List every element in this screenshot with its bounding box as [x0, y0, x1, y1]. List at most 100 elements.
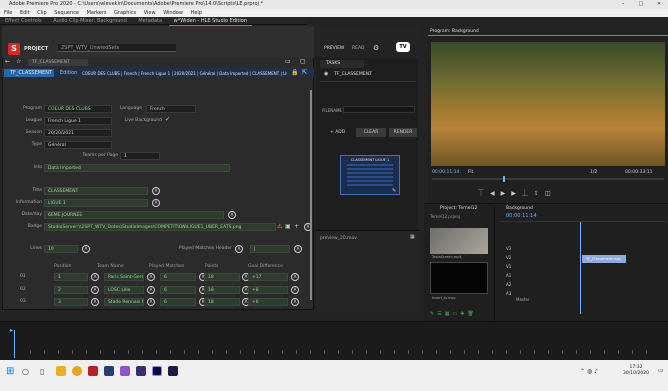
- project-thumb2[interactable]: [430, 262, 488, 294]
- row-team-field[interactable]: Paris Saint-Germain: [104, 273, 144, 281]
- folder-icon[interactable]: ▭: [452, 311, 460, 317]
- program-select[interactable]: COEUR DES CLUBS: [44, 105, 112, 113]
- new-doc-icon[interactable]: ▢: [300, 59, 306, 65]
- clear-button[interactable]: CLEAR: [356, 128, 386, 137]
- row-gd-field[interactable]: +8: [248, 286, 288, 294]
- program-playhead[interactable]: [503, 176, 505, 182]
- row-played-field[interactable]: 6: [160, 273, 196, 281]
- program-fit[interactable]: Fit: [468, 170, 473, 175]
- dateday-field[interactable]: 6EME JOURNEE: [44, 211, 224, 219]
- row-gd-field[interactable]: +17: [248, 273, 288, 281]
- played-header-field[interactable]: J: [250, 245, 290, 253]
- menu-edit[interactable]: Edit: [20, 10, 30, 16]
- gear-icon[interactable]: ⚙: [373, 44, 379, 52]
- tab-widen-studio[interactable]: w*Widen - HLE Studio Edition: [168, 17, 252, 26]
- row-position-field[interactable]: 1: [54, 273, 88, 281]
- information-toggle-icon[interactable]: A: [152, 199, 160, 207]
- row-toggle-icon[interactable]: A: [147, 286, 155, 294]
- row-toggle-icon[interactable]: A: [91, 286, 99, 294]
- template-tab[interactable]: TF_CLASSEMENT: [28, 59, 88, 66]
- step-forward-icon[interactable]: ▶: [511, 190, 522, 197]
- play-icon[interactable]: ▶: [501, 190, 512, 197]
- lift-icon[interactable]: ⇪: [534, 190, 545, 197]
- season-select[interactable]: 20/20/2021: [44, 129, 112, 137]
- lines-toggle-icon[interactable]: A: [82, 245, 90, 253]
- row-position-field[interactable]: 2: [54, 286, 88, 294]
- list-view-icon[interactable]: ☰: [437, 311, 444, 317]
- expand-icon[interactable]: ⇱: [302, 69, 307, 76]
- premiere-icon[interactable]: [152, 366, 162, 376]
- row-position-field[interactable]: 3: [54, 298, 88, 306]
- menu-view[interactable]: View: [144, 10, 156, 16]
- track-v1[interactable]: V1: [506, 262, 536, 271]
- league-select[interactable]: French Ligue 1: [44, 117, 112, 125]
- timeline-timecode[interactable]: 00:00:11:14: [506, 213, 537, 219]
- menu-clip[interactable]: Clip: [37, 10, 46, 16]
- played-header-toggle-icon[interactable]: A: [235, 245, 243, 253]
- export-frame-icon[interactable]: ◫: [545, 190, 557, 197]
- menu-file[interactable]: File: [4, 10, 12, 16]
- menu-graphics[interactable]: Graphics: [114, 10, 136, 16]
- taskview-icon[interactable]: ▯: [40, 367, 44, 376]
- row-toggle-icon[interactable]: A: [291, 273, 299, 281]
- dateday-toggle-icon[interactable]: A: [228, 211, 236, 219]
- folder-icon[interactable]: ▭: [285, 59, 291, 65]
- program-timecode-left[interactable]: 00:00:11:14: [432, 170, 459, 175]
- row-points-field[interactable]: 18: [204, 298, 240, 306]
- app-purple-icon[interactable]: [120, 366, 130, 376]
- selection-tool-icon[interactable]: ▸: [10, 327, 13, 334]
- menu-markers[interactable]: Markers: [87, 10, 107, 16]
- minimize-icon[interactable]: –: [614, 0, 632, 9]
- tab-audio-mixer[interactable]: Audio Clip Mixer: Background: [48, 17, 132, 25]
- browse-icon[interactable]: ▣: [285, 223, 291, 230]
- type-select[interactable]: Général: [44, 141, 112, 149]
- row-played-field[interactable]: 6: [160, 286, 196, 294]
- row-toggle-icon[interactable]: A: [147, 298, 155, 306]
- row-gd-field[interactable]: +6: [248, 298, 288, 306]
- row-team-field[interactable]: Stade Rennais FC: [104, 298, 144, 306]
- preview-tab[interactable]: PREVIEW: [324, 46, 344, 51]
- menu-help[interactable]: Help: [191, 10, 202, 16]
- row-toggle-icon[interactable]: A: [291, 286, 299, 294]
- edit-pencil-icon[interactable]: ✎: [392, 188, 396, 194]
- grid-icon[interactable]: ▦: [410, 234, 415, 240]
- app-blue-icon[interactable]: [104, 366, 114, 376]
- app-red-icon[interactable]: [88, 366, 98, 376]
- information-field[interactable]: LIGUE 1: [44, 199, 148, 207]
- badge-field[interactable]: StudioServer:\\2SPT_WTV_Dotes\StudioImag…: [44, 223, 276, 231]
- star-icon[interactable]: ☆: [16, 59, 24, 65]
- notification-icon[interactable]: ▭: [658, 367, 664, 374]
- row-toggle-icon[interactable]: A: [91, 273, 99, 281]
- row-team-field[interactable]: LOSC Lille: [104, 286, 144, 294]
- clock[interactable]: 17:32 30/10/2020: [618, 365, 654, 377]
- program-fraction[interactable]: 1/2: [590, 170, 597, 175]
- plugin-scrollbar[interactable]: [310, 90, 312, 300]
- project-thumb1[interactable]: [430, 228, 488, 254]
- eye-icon[interactable]: ◉: [324, 71, 328, 77]
- lines-field[interactable]: 10: [44, 245, 78, 253]
- search-icon[interactable]: ○: [22, 367, 29, 376]
- mark-in-icon[interactable]: ⏉: [478, 190, 490, 197]
- add-icon[interactable]: +: [294, 223, 299, 230]
- row-points-field[interactable]: 18: [204, 273, 240, 281]
- lock-icon[interactable]: 🔒: [291, 69, 298, 76]
- read-tab[interactable]: READ: [352, 46, 365, 51]
- title-field[interactable]: CLASSEMENT: [44, 187, 148, 195]
- tab-metadata[interactable]: Metadata: [133, 17, 167, 25]
- timeline-clip[interactable]: TF_Classement.mov: [582, 255, 626, 263]
- back-arrow-icon[interactable]: ←: [5, 59, 13, 65]
- tasks-tab[interactable]: TASKS: [320, 60, 364, 68]
- teams-per-page-input[interactable]: 1: [120, 152, 160, 160]
- row-toggle-icon[interactable]: A: [291, 298, 299, 306]
- menu-window[interactable]: Window: [163, 10, 183, 16]
- tab-classement[interactable]: TF_CLASSEMENT: [4, 69, 54, 77]
- row-toggle-icon[interactable]: A: [91, 298, 99, 306]
- windows-start-icon[interactable]: ⊞: [6, 366, 14, 377]
- row-points-field[interactable]: 18: [204, 286, 240, 294]
- tab-edition[interactable]: Édition: [60, 69, 77, 77]
- system-tray-icons[interactable]: ⌃ ◍ ♪: [580, 368, 598, 375]
- preview-thumbnail[interactable]: CLASSEMENT LIGUE 1: [340, 155, 400, 195]
- title-toggle-icon[interactable]: A: [152, 187, 160, 195]
- chrome-icon[interactable]: [72, 366, 82, 376]
- row-toggle-icon[interactable]: A: [147, 273, 155, 281]
